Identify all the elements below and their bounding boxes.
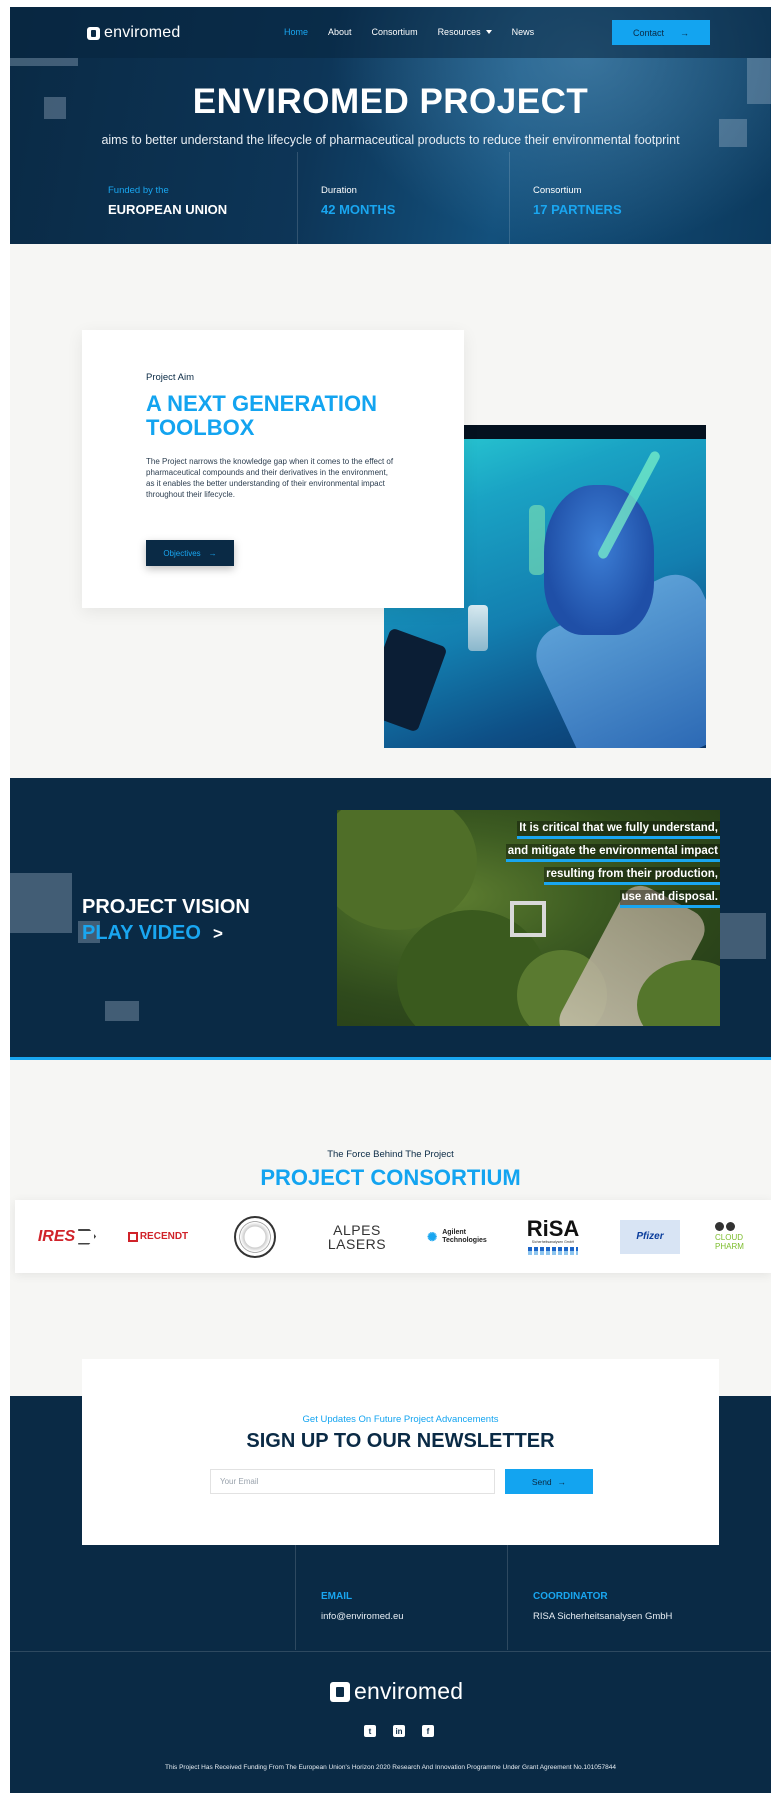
project-aim-card: Project Aim A NEXT GENERATION TOOLBOX Th… (82, 330, 464, 608)
divider (10, 1651, 771, 1652)
decor-square (720, 913, 766, 959)
logo-icon (87, 26, 100, 40)
arrow-right-icon: → (208, 548, 217, 558)
hero-tagline: aims to better understand the lifecycle … (101, 133, 680, 147)
facebook-icon[interactable]: f (422, 1725, 434, 1737)
video-player[interactable]: It is critical that we fully understand,… (337, 810, 720, 1026)
consortium-title: PROJECT CONSORTIUM (260, 1165, 521, 1190)
aim-kicker: Project Aim (146, 372, 195, 383)
decor-square (10, 58, 78, 66)
email-link[interactable]: info@enviromed.eu (321, 1611, 404, 1622)
nav-news[interactable]: News (512, 27, 535, 37)
social-links: t in f (364, 1725, 434, 1737)
partner-logo-ires[interactable]: IRES (29, 1200, 105, 1273)
main-nav: Home About Consortium Resources News (284, 27, 554, 37)
aim-body: The Project narrows the knowledge gap wh… (146, 457, 394, 499)
caret-down-icon (485, 30, 492, 34)
vision-title: PROJECT VISION (82, 896, 250, 918)
seal-icon (234, 1215, 276, 1258)
partner-logo-recendt[interactable]: RECENDT (125, 1200, 191, 1273)
logo[interactable]: enviromed (87, 24, 181, 42)
nav-about[interactable]: About (328, 27, 352, 37)
linkedin-icon[interactable]: in (393, 1725, 405, 1737)
nav-home[interactable]: Home (284, 27, 308, 37)
nav-resources[interactable]: Resources (438, 27, 492, 37)
arrow-right-icon: → (680, 27, 690, 38)
chevron-right-icon: > (212, 923, 223, 943)
hero-section: enviromed Home About Consortium Resource… (10, 7, 771, 244)
arrow-right-icon: → (557, 1476, 567, 1487)
cloud-icon (715, 1222, 735, 1231)
send-button[interactable]: Send → (505, 1469, 593, 1494)
play-video-link[interactable]: PLAY VIDEO > (82, 922, 223, 945)
vision-section: PROJECT VISION PLAY VIDEO > It is critic… (10, 778, 771, 1058)
newsletter-card: Get Updates On Future Project Advancemen… (82, 1359, 719, 1545)
aim-title: A NEXT GENERATION TOOLBOX (146, 391, 378, 440)
decor-square (105, 1001, 139, 1021)
navbar: enviromed Home About Consortium Resource… (10, 7, 771, 58)
partner-logo-risa[interactable]: RiSA Sicherheitsanalysen GmbH (522, 1200, 584, 1273)
partner-logo-alpes-lasers[interactable]: ALPES LASERS (327, 1200, 387, 1273)
newsletter-kicker: Get Updates On Future Project Advancemen… (302, 1414, 499, 1425)
consortium-kicker: The Force Behind The Project (327, 1149, 454, 1160)
contact-button[interactable]: Contact → (612, 20, 710, 45)
play-icon[interactable] (510, 901, 546, 937)
nav-consortium[interactable]: Consortium (372, 27, 418, 37)
twitter-icon[interactable]: t (364, 1725, 376, 1737)
newsletter-title: SIGN UP TO OUR NEWSLETTER (246, 1430, 555, 1452)
hero-title: ENVIROMED PROJECT (192, 82, 589, 121)
partner-logos-carousel: IRES RECENDT ALPES LASERS ✺ Agilent Techn… (15, 1200, 771, 1273)
funding-notice: This Project Has Received Funding From T… (165, 1764, 616, 1771)
objectives-button[interactable]: Objectives → (146, 540, 234, 566)
partner-logo-university-seal[interactable] (231, 1200, 279, 1273)
partner-logo-agilent[interactable]: ✺ Agilent Technologies (421, 1200, 493, 1273)
logo-icon (330, 1681, 350, 1702)
decor-square (10, 873, 72, 933)
hero-stats: Funded by the EUROPEAN UNION Duration 42… (10, 152, 771, 244)
partner-logo-pfizer[interactable]: Pfizer (620, 1200, 680, 1273)
footer-logo[interactable]: enviromed (330, 1678, 463, 1705)
sparkle-icon: ✺ (427, 1229, 438, 1244)
partner-logo-cloudpharm[interactable]: CLOUD PHARM (715, 1200, 771, 1273)
divider (10, 1057, 771, 1060)
page: enviromed Home About Consortium Resource… (10, 7, 771, 1793)
vision-quote: It is critical that we fully understand,… (450, 818, 720, 910)
email-input[interactable] (210, 1469, 495, 1494)
